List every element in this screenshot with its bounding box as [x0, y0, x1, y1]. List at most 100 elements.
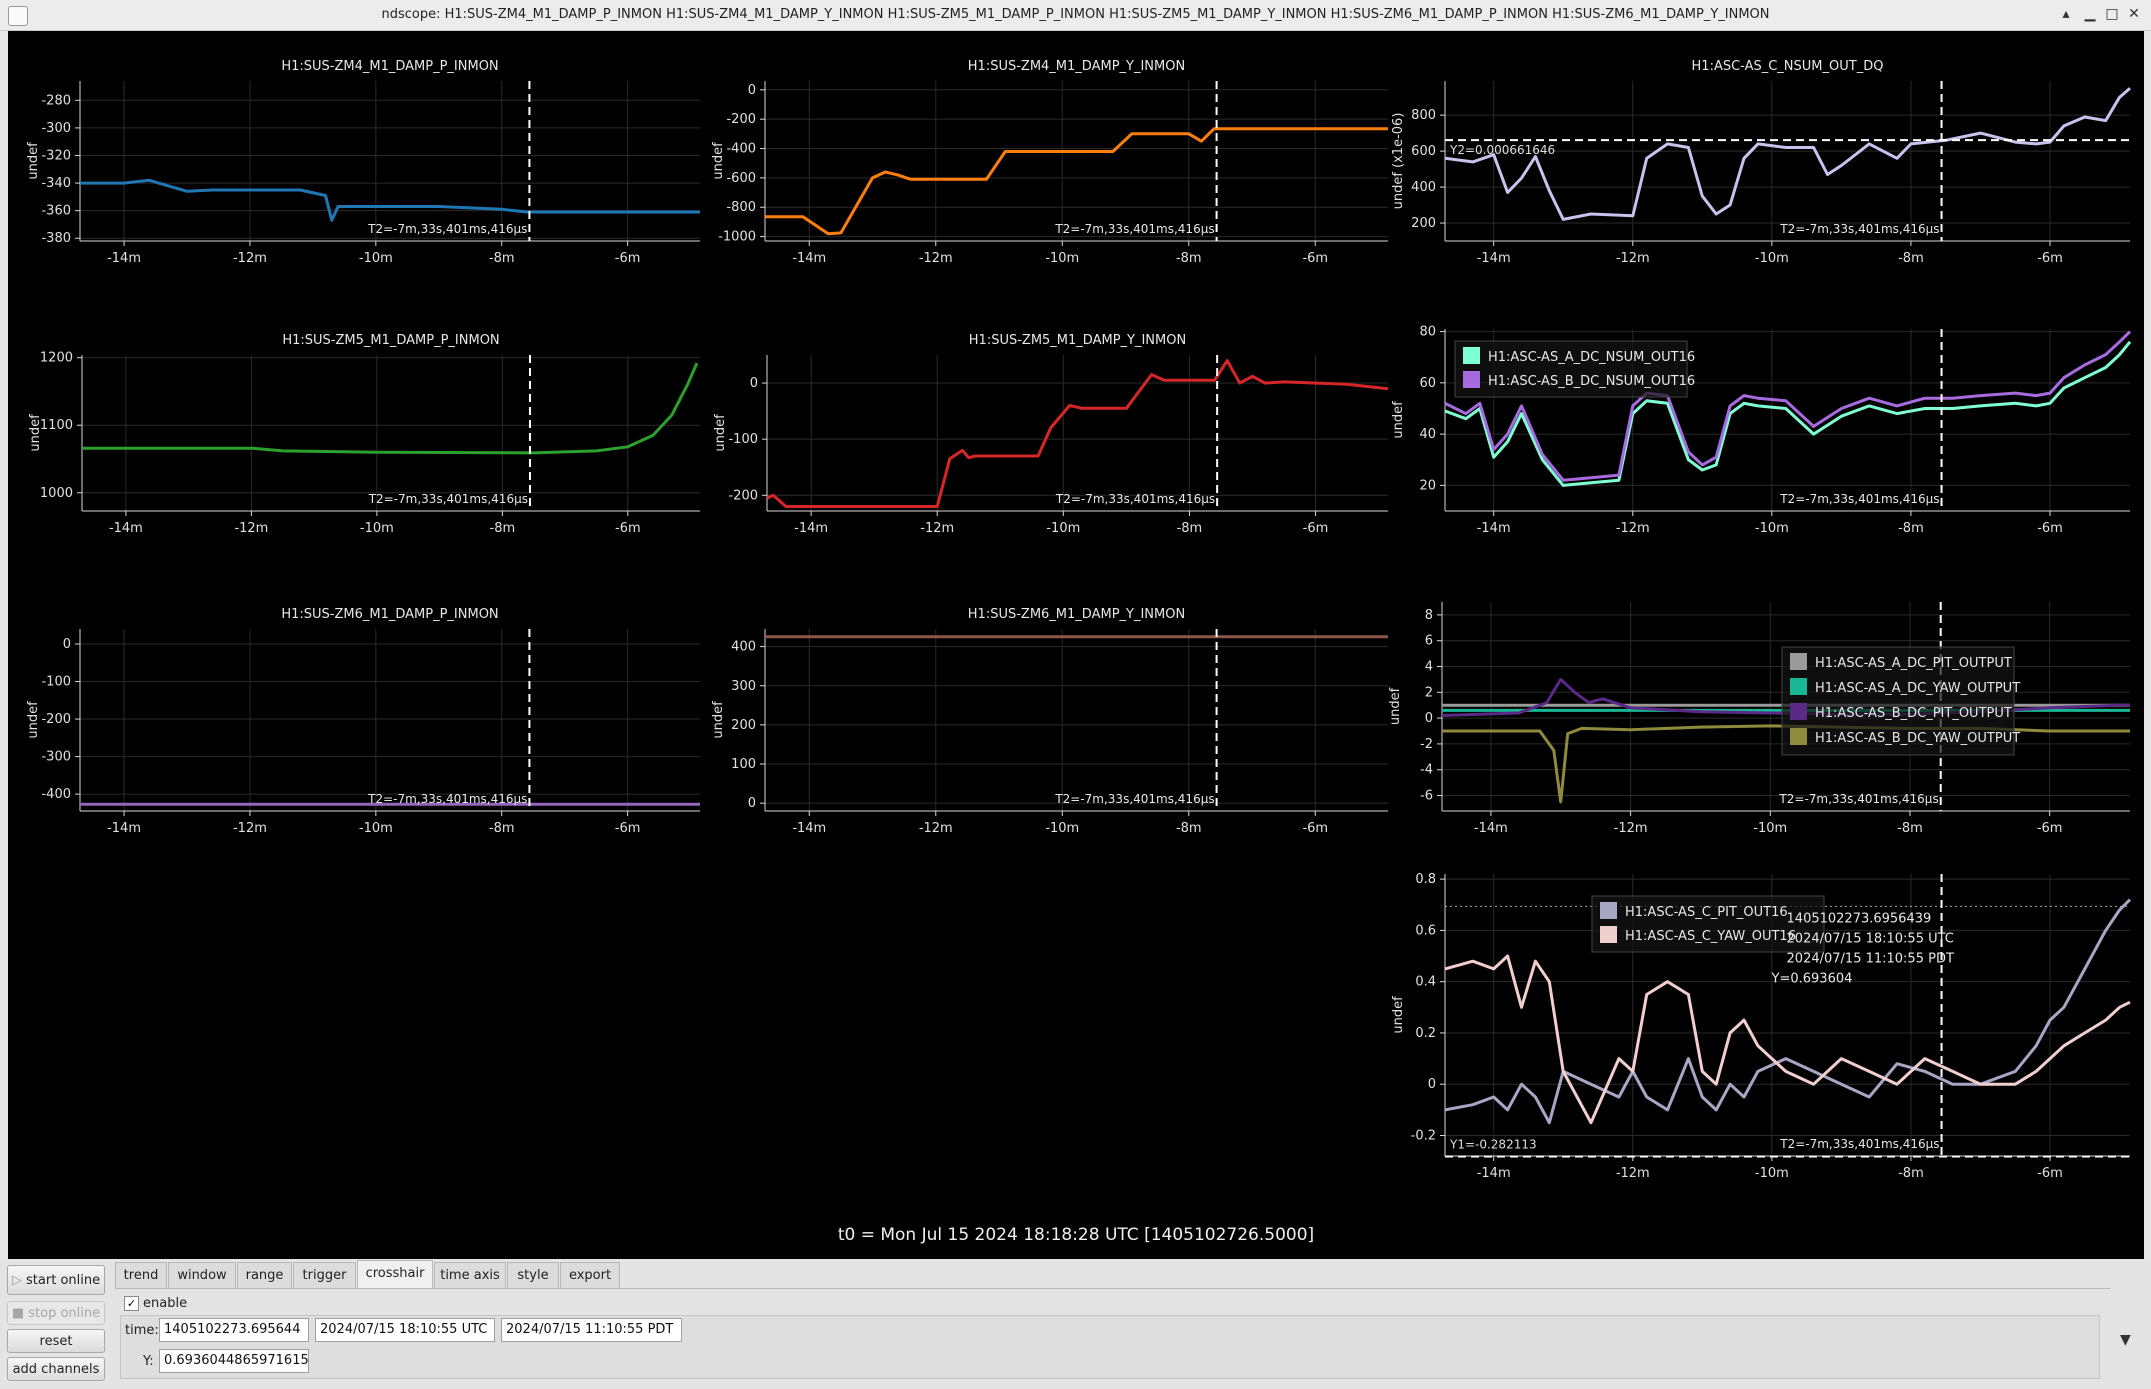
- y-tick-label: 0.2: [1415, 1026, 1436, 1041]
- y-tick-label: 1100: [40, 418, 73, 433]
- x-tick-label: -8m: [1897, 821, 1923, 836]
- y-tick-label: -320: [41, 148, 71, 163]
- legend-label: H1:ASC-AS_B_DC_PIT_OUTPUT: [1815, 706, 2012, 721]
- y-tick-label: -360: [41, 204, 71, 219]
- window-title: ndscope: H1:SUS-ZM4_M1_DAMP_P_INMON H1:S…: [381, 7, 1770, 22]
- y-tick-label: 80: [1419, 325, 1436, 340]
- time-local-field[interactable]: 2024/07/15 11:10:55 PDT: [501, 1318, 682, 1342]
- start-online-button[interactable]: ▷ start online: [7, 1265, 105, 1295]
- x-tick-label: -14m: [109, 521, 143, 536]
- stop-online-button[interactable]: ■ stop online: [7, 1301, 105, 1325]
- y-tick-label: -300: [41, 750, 71, 765]
- plot-cpy: -14m -12m -10m -8m -6m 0.8 0.6 0.4 0.2 0 -0.2 undef…: [1391, 872, 2132, 1181]
- legend-label: H1:ASC-AS_C_PIT_OUT16: [1625, 905, 1788, 920]
- legend-label: H1:ASC-AS_A_DC_PIT_OUTPUT: [1815, 656, 2012, 671]
- y-tick-label: -2: [1420, 737, 1433, 752]
- plot-zm5y: -14m -12m -10m -8m -6m 0 -100 -200 undef H1:SUS-Z…: [713, 333, 1389, 536]
- x-tick-label: -6m: [2037, 821, 2063, 836]
- x-tick-label: -8m: [490, 521, 516, 536]
- y-tick-label: 400: [731, 640, 756, 655]
- y-tick-label: 8: [1425, 608, 1433, 623]
- tab-style[interactable]: style: [507, 1262, 559, 1288]
- y-tick-label: -200: [726, 112, 756, 127]
- plot-title: H1:ASC-AS_C_NSUM_OUT_DQ: [1692, 59, 1884, 74]
- y-tick-label: 20: [1419, 478, 1436, 493]
- tab-window[interactable]: window: [168, 1262, 236, 1288]
- plot-title: H1:SUS-ZM5_M1_DAMP_P_INMON: [282, 333, 499, 348]
- play-icon: ▷: [11, 1273, 27, 1288]
- plot-title: H1:SUS-ZM6_M1_DAMP_Y_INMON: [968, 607, 1185, 622]
- time-label: time:: [125, 1323, 159, 1338]
- y-tick-label: 0: [1428, 1077, 1436, 1092]
- x-tick-label: -6m: [615, 521, 641, 536]
- y-tick-label: -340: [41, 176, 71, 191]
- tab-divider: [115, 1288, 2110, 1289]
- legend-swatch: [1790, 728, 1807, 745]
- chevron-down-icon[interactable]: ▼: [2120, 1332, 2131, 1348]
- y-tick-label: 100: [731, 757, 756, 772]
- tab-trend[interactable]: trend: [115, 1262, 167, 1288]
- y-tick-label: 2: [1425, 685, 1433, 700]
- y-tick-label: 400: [1411, 180, 1436, 195]
- x-tick-label: -12m: [919, 821, 953, 836]
- crosshair-t2-label: T2=-7m,33s,401ms,416µs: [368, 492, 528, 506]
- shade-button[interactable]: ▴: [2056, 4, 2076, 24]
- x-tick-label: -12m: [234, 521, 268, 536]
- tab-range[interactable]: range: [237, 1262, 292, 1288]
- crosshair-readout: Y=0.693604: [1771, 971, 1853, 986]
- x-tick-label: -8m: [489, 821, 515, 836]
- plot-grid[interactable]: -14m -12m -10m -8m -6m-280-300-320-340-360-3…: [8, 31, 2144, 1259]
- y-tick-label: -400: [726, 142, 756, 157]
- x-tick-label: -10m: [1046, 521, 1080, 536]
- legend-swatch: [1600, 902, 1617, 919]
- crosshair-t2-label: T2=-7m,33s,401ms,416µs: [1779, 492, 1939, 506]
- y-axis-label: undef: [26, 142, 41, 180]
- enable-label: enable: [143, 1296, 188, 1311]
- close-button[interactable]: ✕: [2124, 4, 2144, 24]
- plot-title: H1:SUS-ZM5_M1_DAMP_Y_INMON: [969, 333, 1186, 348]
- time-gps-field[interactable]: 1405102273.695644: [159, 1318, 309, 1342]
- y-tick-label: -100: [728, 432, 758, 447]
- y-axis-label: undef: [28, 414, 43, 452]
- crosshair-readout: 1405102273.6956439: [1787, 911, 1932, 926]
- plot-dcout: -14m -12m -10m -8m -6m 8 6 4 2 0 -2 -4 -6 undef T2=-7m…: [1388, 602, 2130, 836]
- crosshair-t2-label: T2=-7m,33s,401ms,416µs: [1054, 792, 1214, 806]
- maximize-button[interactable]: □: [2102, 4, 2122, 24]
- crosshair-t2-label: T2=-7m,33s,401ms,416µs: [1779, 1137, 1939, 1151]
- add-channels-button[interactable]: add channels: [7, 1357, 105, 1381]
- t0-label: t0 = Mon Jul 15 2024 18:18:28 UTC [14051…: [838, 1225, 1314, 1245]
- x-tick-label: -6m: [615, 251, 641, 266]
- y-tick-label: -1000: [718, 230, 756, 245]
- tab-crosshair[interactable]: crosshair: [357, 1260, 433, 1288]
- legend-swatch: [1790, 653, 1807, 670]
- plot-title: H1:SUS-ZM4_M1_DAMP_Y_INMON: [968, 59, 1185, 74]
- y-tick-label: 1000: [40, 486, 73, 501]
- y-axis-label: undef: [26, 701, 41, 739]
- minimize-button[interactable]: ▁: [2080, 4, 2100, 24]
- tab-export[interactable]: export: [560, 1262, 620, 1288]
- series-line: [766, 359, 1389, 508]
- plot-zm5p: -14m -12m -10m -8m -6m 1200 1100 1000 undef H1:SU…: [28, 333, 700, 536]
- x-tick-label: -10m: [1755, 521, 1789, 536]
- x-tick-label: -6m: [1302, 251, 1328, 266]
- x-tick-label: -14m: [794, 521, 828, 536]
- plot-zm6y: -14m -12m -10m -8m -6m 400 300 200 100 0 undef H1:S…: [711, 607, 1388, 836]
- reset-button[interactable]: reset: [7, 1329, 105, 1353]
- x-tick-label: -6m: [615, 821, 641, 836]
- series-line: [80, 178, 700, 222]
- y-tick-label: -300: [41, 121, 71, 136]
- crosshair-readout: 2024/07/15 18:10:55 UTC: [1787, 931, 1954, 946]
- legend-label: H1:ASC-AS_B_DC_NSUM_OUT16: [1488, 374, 1695, 389]
- tab-trigger[interactable]: trigger: [293, 1262, 356, 1288]
- x-tick-label: -8m: [1176, 821, 1202, 836]
- tab-time-axis[interactable]: time axis: [434, 1262, 506, 1288]
- y-value-field[interactable]: 0.6936044865971615: [159, 1349, 309, 1373]
- plot-nsum: -14m -12m -10m -8m -6m 800 600 400 200 undef (x1e…: [1391, 59, 2131, 266]
- y-tick-label: 1200: [40, 351, 73, 366]
- crosshair-y-label: Y1=-0.282113: [1449, 1138, 1537, 1152]
- enable-checkbox[interactable]: ✓: [124, 1296, 139, 1311]
- y-axis-label: undef: [711, 142, 726, 180]
- y-tick-label: 6: [1425, 634, 1433, 649]
- time-utc-field[interactable]: 2024/07/15 18:10:55 UTC: [315, 1318, 495, 1342]
- plot-canvas[interactable]: -14m -12m -10m -8m -6m -280 -300 -320 -340 -360 -3…: [8, 31, 2144, 1259]
